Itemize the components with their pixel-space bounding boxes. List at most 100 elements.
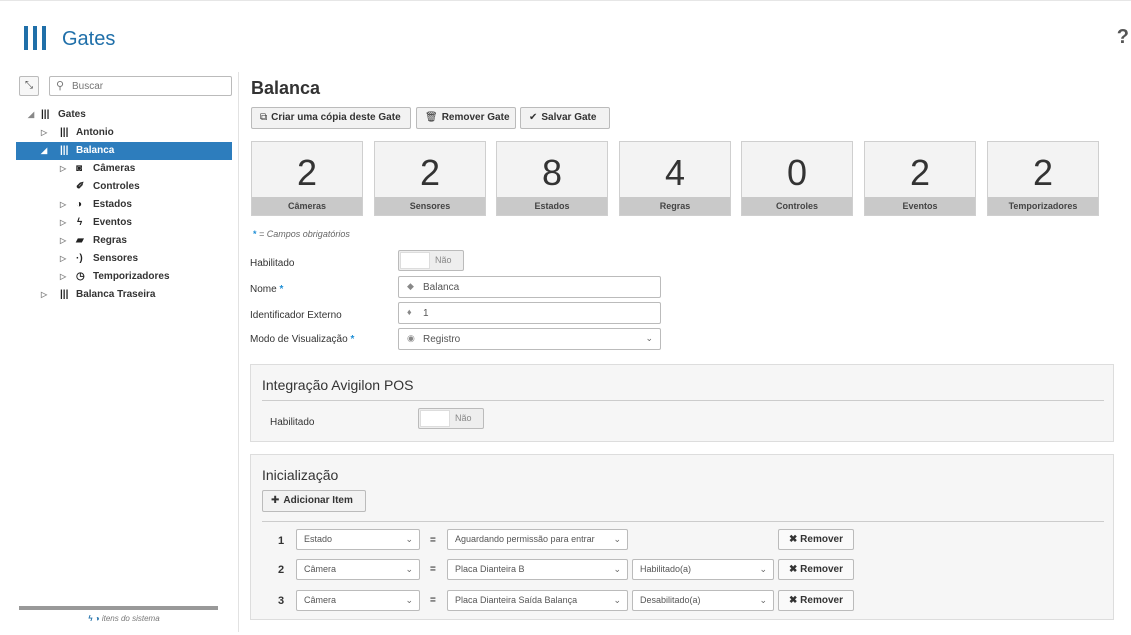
remove-row-button[interactable]: ✖ Remover [778,590,854,611]
external-id-value: 1 [423,308,429,319]
lightning-icon: ϟ [77,217,83,228]
expand-arrow-icon[interactable]: ▷ [60,268,66,286]
tree-node-eventos[interactable]: ▷ ϟ Eventos [16,214,232,232]
tree-node-label: Estados [93,199,132,210]
name-field[interactable]: ◆ Balanca [398,276,661,298]
row-type-value: Estado [304,534,333,544]
stat-label: Câmeras [252,197,362,215]
row-value-select[interactable]: Placa Dianteira Saída Balança ⌄ [447,590,628,611]
tree-node-balanca[interactable]: ◢ ||| Balanca [16,142,232,160]
save-gate-button[interactable]: ✔ Salvar Gate [520,107,610,129]
timer-icon: ◷ [76,271,85,282]
system-items-legend: ϟ ◑ itens do sistema [16,614,232,623]
chevron-down-icon: ⌄ [613,595,621,605]
remove-row-button[interactable]: ✖ Remover [778,529,854,550]
tree-node-gates[interactable]: ◢ ||| Gates [16,106,232,124]
equals-sign: = [430,564,436,575]
tree-node-balanca-traseira[interactable]: ▷ ||| Balanca Traseira [16,286,232,304]
remove-label: Remover [800,534,843,545]
remove-gate-button[interactable]: 🗑 Remover Gate [416,107,516,129]
external-id-field[interactable]: ♦ 1 [398,302,661,324]
stat-label: Controles [742,197,852,215]
tree-node-regras[interactable]: ▷ ▰ Regras [16,232,232,250]
expand-arrow-icon[interactable]: ▷ [60,250,66,268]
row-state-select[interactable]: Desabilitado(a) ⌄ [632,590,774,611]
tree-node-antonio[interactable]: ▷ ||| Antonio [16,124,232,142]
toggle-knob [400,252,430,269]
tree-node-cameras[interactable]: ▷ ◙ Câmeras [16,160,232,178]
chevron-down-icon: ⌄ [405,595,413,605]
collapse-tree-button[interactable]: ⤡ [19,76,39,96]
expand-arrow-icon[interactable]: ▷ [60,196,66,214]
tree-node-estados[interactable]: ▷ ◑ Estados [16,196,232,214]
name-value: Balanca [423,282,460,293]
stat-regras[interactable]: 4 Regras [619,141,731,216]
search-input[interactable] [72,79,222,93]
check-icon: ✔ [529,112,538,123]
eye-icon: ◉ [407,333,415,343]
stat-eventos[interactable]: 2 Eventos [864,141,976,216]
row-type-select[interactable]: Câmera ⌄ [296,590,420,611]
remove-gate-label: Remover Gate [441,112,510,123]
avigilon-enabled-toggle[interactable]: Não [418,408,484,429]
stat-value: 2 [296,152,318,193]
row-type-select[interactable]: Estado ⌄ [296,529,420,550]
search-box[interactable]: ⚲ [49,76,232,96]
collapse-arrow-icon[interactable]: ◢ [41,142,47,160]
panel-divider [262,521,1104,522]
stat-sensores[interactable]: 2 Sensores [374,141,486,216]
help-icon[interactable]: ? [1117,26,1129,49]
remove-row-button[interactable]: ✖ Remover [778,559,854,580]
enabled-toggle[interactable]: Não [398,250,464,271]
tree-node-label: Sensores [93,253,139,264]
add-item-button[interactable]: ✚ Adicionar Item [262,490,366,512]
toggle-text: Não [435,255,452,265]
enabled-label: Habilitado [250,258,295,269]
tag-icon: ◆ [407,281,414,291]
tree-node-controles[interactable]: ✐ Controles [16,178,232,196]
row-state-select[interactable]: Habilitado(a) ⌄ [632,559,774,580]
equals-sign: = [430,535,436,546]
search-icon: ⚲ [56,80,65,92]
tree-node-label: Regras [93,235,127,246]
chevron-down-icon: ⌄ [645,333,653,343]
stat-label: Eventos [865,197,975,215]
chevron-down-icon: ⌄ [759,595,767,605]
book-icon: ▰ [76,235,84,246]
chevron-down-icon: ⌄ [613,564,621,574]
view-mode-select[interactable]: ◉ Registro ⌄ [398,328,661,350]
sidebar: ⤡ ⚲ ◢ ||| Gates ▷ ||| Antonio ◢ ||| Bala… [16,72,232,632]
avigilon-panel: Integração Avigilon POS Habilitado Não [250,364,1114,442]
stat-controles[interactable]: 0 Controles [741,141,853,216]
row-value-select[interactable]: Aguardando permissão para entrar ⌄ [447,529,628,550]
tree-node-temporizadores[interactable]: ▷ ◷ Temporizadores [16,268,232,286]
required-star-icon: * [279,284,284,295]
wrench-icon: ✐ [76,181,85,192]
expand-arrow-icon[interactable]: ▷ [41,286,47,304]
page-title: Balanca [251,78,321,98]
row-state-value: Habilitado(a) [640,564,692,574]
tree-node-sensores[interactable]: ▷ ·) Sensores [16,250,232,268]
expand-arrow-icon[interactable]: ▷ [41,124,47,142]
copy-gate-label: Criar uma cópia deste Gate [271,112,401,123]
view-mode-label-text: Modo de Visualização [250,334,348,345]
expand-arrow-icon[interactable]: ▷ [60,160,66,178]
row-type-select[interactable]: Câmera ⌄ [296,559,420,580]
trash-icon: 🗑 [425,112,438,123]
stat-estados[interactable]: 8 Estados [496,141,608,216]
expand-arrow-icon[interactable]: ▷ [60,214,66,232]
gates-logo-icon [24,26,48,50]
copy-gate-button[interactable]: ⧉ Criar uma cópia deste Gate [251,107,411,129]
expand-arrow-icon[interactable]: ▷ [60,232,66,250]
stat-value: 2 [909,152,931,193]
plus-icon: ✚ [271,495,280,506]
stat-cameras[interactable]: 2 Câmeras [251,141,363,216]
row-type-value: Câmera [304,595,337,605]
chevron-down-icon: ⌄ [759,564,767,574]
row-value-value: Placa Dianteira B [455,564,525,574]
row-value-select[interactable]: Placa Dianteira B ⌄ [447,559,628,580]
row-value-value: Placa Dianteira Saída Balança [455,595,578,605]
stat-temporizadores[interactable]: 2 Temporizadores [987,141,1099,216]
collapse-arrow-icon[interactable]: ◢ [28,106,34,124]
sidebar-scrollbar[interactable] [19,606,218,610]
